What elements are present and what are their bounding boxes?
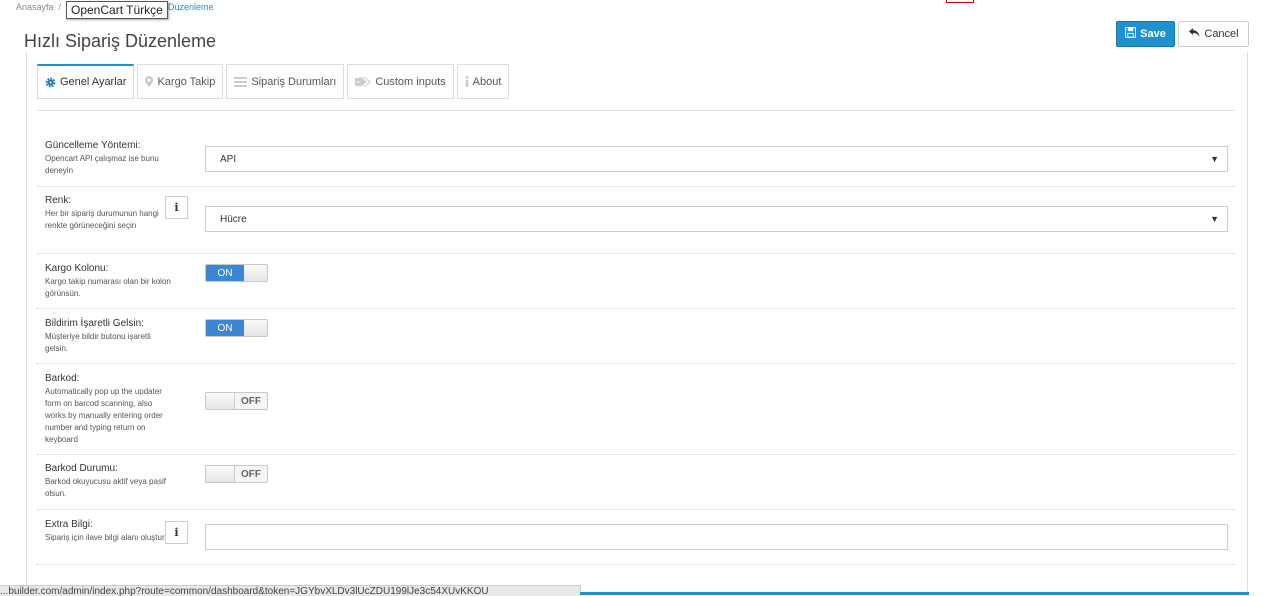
tab-label: About xyxy=(472,75,502,88)
field-help: Barkod okuyucusu aktif veya pasif olsun. xyxy=(45,477,166,498)
tab-divider xyxy=(37,110,1235,111)
extra-info-button[interactable]: i xyxy=(165,521,188,544)
field-label: Barkod: xyxy=(45,373,80,384)
field-label: Extra Bilgi: xyxy=(45,519,93,530)
tab-about[interactable]: About xyxy=(456,64,510,99)
update-method-select[interactable]: API ▼ xyxy=(205,146,1228,172)
form-row-update-method: Güncelleme Yöntemi: Opencart API çalışma… xyxy=(37,130,1235,187)
tab-cargo-tracking[interactable]: Kargo Takip xyxy=(137,64,224,99)
form-row-barcode-status: Barkod Durumu: Barkod okuyucusu aktif ve… xyxy=(37,455,1235,510)
save-icon xyxy=(1125,26,1137,41)
color-info-button[interactable]: i xyxy=(165,196,188,219)
extra-info-input[interactable] xyxy=(205,524,1228,550)
form-row-color: Renk: Her bir sipariş durumunun hangi re… xyxy=(37,187,1235,254)
gear-icon xyxy=(45,77,56,88)
tag-icon xyxy=(355,76,372,87)
field-help: Kargo takip numarası olan bir kolon görü… xyxy=(45,277,171,298)
barcode-status-toggle[interactable]: OFF xyxy=(205,465,268,483)
color-select[interactable]: Hücre ▼ xyxy=(205,206,1228,232)
toggle-handle xyxy=(244,320,267,336)
page-title: Hızlı Sipariş Düzenleme xyxy=(24,31,217,51)
cancel-label: Cancel xyxy=(1204,28,1239,40)
field-help: Sipariş için ilave bilgi alanı oluştur. xyxy=(45,533,167,542)
tab-label: Sipariş Durumları xyxy=(251,75,337,88)
row-divider xyxy=(37,564,1235,565)
select-value: Hücre xyxy=(220,213,247,225)
tab-general-settings[interactable]: Genel Ayarlar xyxy=(37,64,135,99)
notify-checked-toggle[interactable]: ON xyxy=(205,319,268,337)
save-label: Save xyxy=(1140,28,1166,40)
tab-bar: Genel Ayarlar Kargo Takip Sipariş Duruml… xyxy=(37,64,512,99)
toggle-handle xyxy=(206,466,235,482)
reply-icon xyxy=(1188,27,1200,41)
form-row-cargo-column: Kargo Kolonu: Kargo takip numarası olan … xyxy=(37,254,1235,309)
toggle-state: OFF xyxy=(235,393,267,409)
form-row-barcode: Barkod: Automatically pop up the updater… xyxy=(37,364,1235,455)
field-help: Müşteriye bildir butonu işaretli gelsin. xyxy=(45,332,151,353)
breadcrumb-separator: / xyxy=(58,2,62,12)
save-button[interactable]: Save xyxy=(1116,21,1175,47)
toggle-state: ON xyxy=(206,265,244,281)
toggle-handle xyxy=(244,265,267,281)
toggle-handle xyxy=(206,393,235,409)
breadcrumb-current[interactable]: Düzenleme xyxy=(168,2,214,12)
cargo-column-toggle[interactable]: ON xyxy=(205,264,268,282)
field-help: Automatically pop up the updater form on… xyxy=(45,387,163,444)
list-icon xyxy=(234,76,248,87)
breadcrumb: Anasayfa / Düzenleme xyxy=(16,2,214,12)
decorative-mark xyxy=(946,0,974,3)
caret-down-icon: ▼ xyxy=(1210,154,1219,164)
field-label: Bildirim İşaretli Gelsin: xyxy=(45,318,144,329)
browser-status-bar: ...builder.com/admin/index.php?route=com… xyxy=(0,585,581,596)
cancel-button[interactable]: Cancel xyxy=(1178,21,1249,47)
field-label: Renk: xyxy=(45,195,72,206)
form-row-extra-info: Extra Bilgi: Sipariş için ilave bilgi al… xyxy=(37,510,1235,565)
tab-label: Genel Ayarlar xyxy=(60,76,127,88)
info-icon xyxy=(465,76,469,87)
form-row-notify-checked: Bildirim İşaretli Gelsin: Müşteriye bild… xyxy=(37,309,1235,364)
toggle-state: ON xyxy=(206,320,244,336)
barcode-toggle[interactable]: OFF xyxy=(205,392,268,410)
field-help: Opencart API çalışmaz ise bunu deneyin xyxy=(45,154,159,175)
field-label: Güncelleme Yöntemi: xyxy=(45,140,141,151)
map-marker-icon xyxy=(145,76,154,87)
tooltip: OpenCart Türkçe xyxy=(66,1,168,19)
select-value: API xyxy=(220,153,237,165)
breadcrumb-home[interactable]: Anasayfa xyxy=(16,2,54,12)
field-label: Barkod Durumu: xyxy=(45,463,118,474)
tab-label: Custom inputs xyxy=(375,75,446,88)
tab-label: Kargo Takip xyxy=(157,75,216,88)
tab-custom-inputs[interactable]: Custom inputs xyxy=(347,64,454,99)
field-help: Her bir sipariş durumunun hangi renkte g… xyxy=(45,209,159,230)
caret-down-icon: ▼ xyxy=(1210,214,1219,224)
field-label: Kargo Kolonu: xyxy=(45,263,109,274)
toggle-state: OFF xyxy=(235,466,267,482)
tab-order-statuses[interactable]: Sipariş Durumları xyxy=(226,64,345,99)
